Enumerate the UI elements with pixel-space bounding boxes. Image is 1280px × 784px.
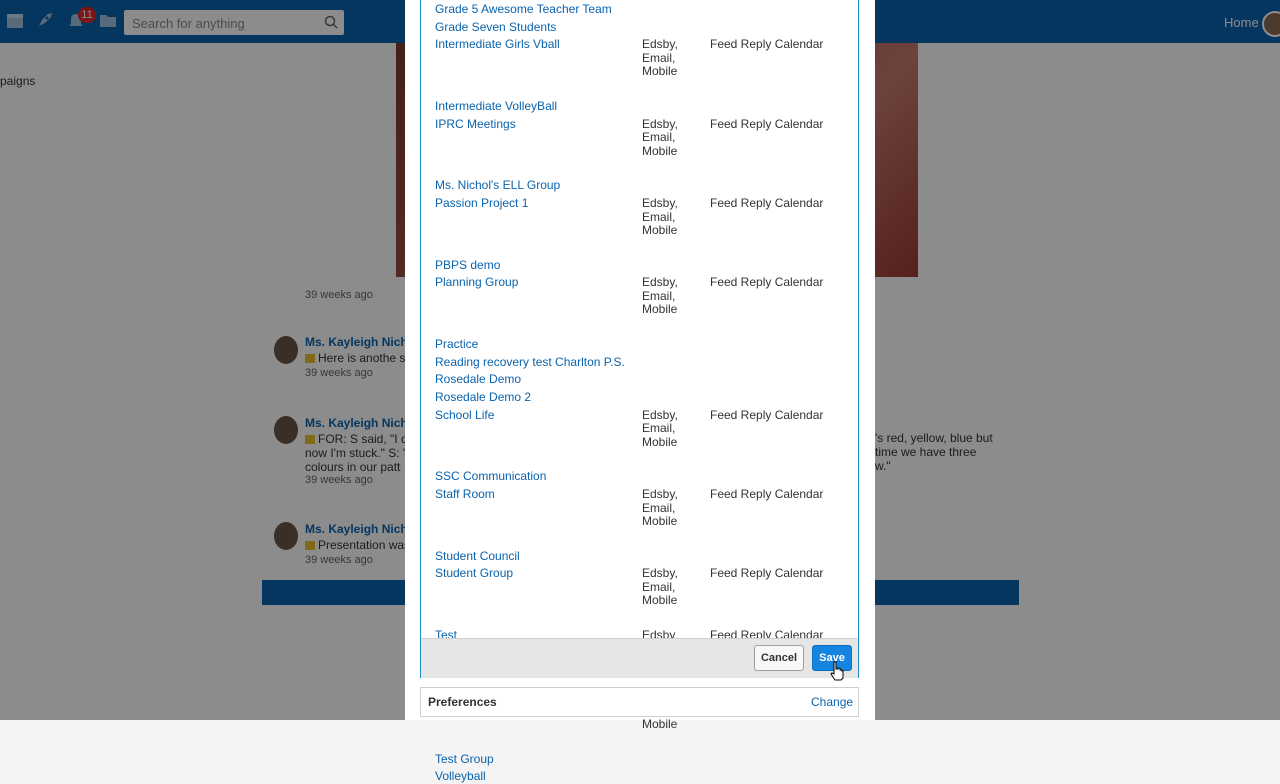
channel-label: Edsby, — [642, 116, 678, 131]
delivery-channels[interactable]: Edsby,Email,Mobile — [642, 116, 678, 159]
channel-label: Edsby, — [642, 275, 678, 290]
notification-types[interactable]: Feed Reply Calendar — [710, 117, 823, 132]
group-name-link[interactable]: Grade 5 Awesome Teacher Team — [435, 2, 612, 17]
group-name-link[interactable]: Student Council — [435, 549, 520, 564]
channel-label: Email, — [642, 209, 676, 224]
group-name-link[interactable]: SSC Communication — [435, 470, 546, 484]
delivery-channels[interactable]: Edsby,Email,Mobile — [642, 407, 678, 450]
hand-cursor-icon — [830, 661, 844, 681]
group-name-link[interactable]: Planning Group — [435, 276, 518, 290]
delivery-channels[interactable]: Edsby,Email,Mobile — [642, 276, 678, 317]
change-preferences-link[interactable]: Change — [811, 695, 853, 709]
notification-types[interactable]: Feed Reply Calendar — [710, 408, 823, 423]
delivery-channels[interactable]: Edsby,Email,Mobile — [642, 567, 678, 608]
channel-label: Edsby, — [642, 407, 678, 422]
notification-types[interactable]: Feed Reply Calendar — [710, 196, 823, 211]
channel-label: Edsby, — [642, 37, 678, 52]
channel-label: Mobile — [642, 593, 678, 608]
channel-label: Email, — [642, 579, 676, 594]
channel-label: Mobile — [642, 143, 678, 158]
group-name-link[interactable]: IPRC Meetings — [435, 117, 516, 132]
channel-label: Mobile — [642, 223, 678, 237]
group-name-link[interactable]: Intermediate VolleyBall — [435, 99, 557, 114]
delivery-channels[interactable]: Edsby,Email,Mobile — [642, 38, 678, 79]
channel-label: Edsby, — [642, 566, 678, 581]
group-name-link[interactable]: Ms. Nichol's ELL Group — [435, 179, 560, 193]
channel-label: Mobile — [642, 302, 678, 317]
group-name-link[interactable]: PBPS demo — [435, 258, 500, 273]
group-name-link[interactable]: Test Group — [435, 752, 494, 767]
delivery-channels[interactable]: Edsby,Email,Mobile — [642, 196, 678, 238]
group-name-link[interactable]: Intermediate Girls Vball — [435, 38, 560, 52]
channel-label: Mobile — [642, 434, 678, 449]
preferences-label: Preferences — [428, 695, 497, 709]
channel-label: Email, — [642, 288, 676, 303]
channel-label: Email, — [642, 500, 676, 515]
group-name-link[interactable]: Volleyball — [435, 770, 486, 784]
notification-types[interactable]: Feed Reply Calendar — [710, 38, 823, 52]
group-name-link[interactable]: Staff Room — [435, 487, 495, 502]
group-name-link[interactable]: Grade Seven Students — [435, 20, 556, 35]
cancel-button[interactable]: Cancel — [754, 645, 804, 671]
channel-label: Edsby, — [642, 487, 678, 501]
channel-label: Mobile — [642, 717, 678, 731]
notification-types[interactable]: Feed Reply Calendar — [710, 487, 823, 502]
group-name-link[interactable]: Rosedale Demo — [435, 373, 521, 387]
group-name-link[interactable]: Rosedale Demo 2 — [435, 390, 531, 405]
group-name-link[interactable]: Student Group — [435, 567, 513, 581]
notification-types[interactable]: Feed Reply Calendar — [710, 276, 823, 290]
channel-label: Email, — [642, 50, 676, 65]
group-name-link[interactable]: Reading recovery test Charlton P.S. — [435, 355, 625, 370]
channel-label: Edsby, — [642, 196, 678, 210]
notification-types[interactable]: Feed Reply Calendar — [710, 567, 823, 581]
delivery-channels[interactable]: Edsby,Email,Mobile — [642, 487, 678, 529]
channel-label: Email, — [642, 421, 676, 436]
group-name-link[interactable]: School Life — [435, 408, 494, 423]
group-name-link[interactable]: Practice — [435, 338, 478, 352]
channel-label: Email, — [642, 130, 676, 145]
group-name-link[interactable]: Passion Project 1 — [435, 196, 528, 211]
channel-label: Mobile — [642, 64, 678, 79]
channel-label: Mobile — [642, 514, 678, 528]
